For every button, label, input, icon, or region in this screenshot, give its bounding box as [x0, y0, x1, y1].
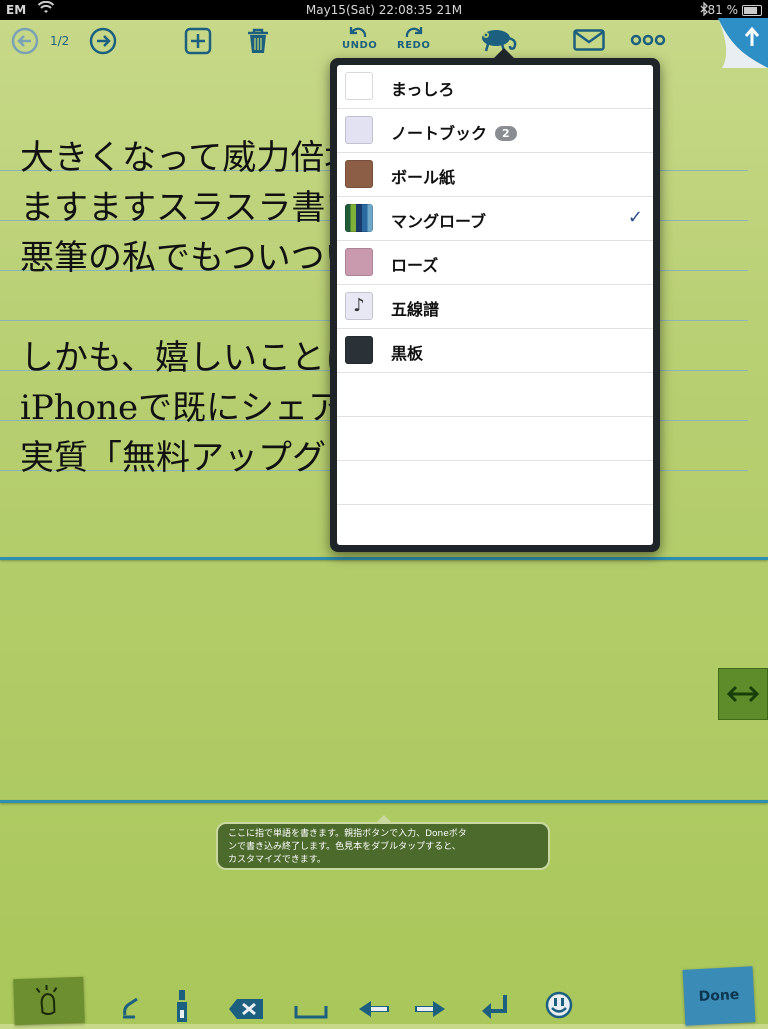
swatch-notebook — [345, 116, 373, 144]
return-icon[interactable] — [478, 992, 512, 1022]
swatch-cardboard — [345, 160, 373, 188]
note-line-6: iPhoneで既にシェアウ — [20, 388, 377, 428]
note-line-3: 悪筆の私でもついつい — [20, 238, 359, 278]
left-arrow-icon[interactable] — [356, 998, 392, 1020]
help-tooltip: ここに指で単語を書きます。親指ボタンで入力、Doneボタ ンで書き込み終了します… — [216, 815, 550, 870]
option-label: ボール紙 — [391, 168, 456, 187]
paper-style-list: まっしろ ノートブック 2 ボール紙 マングローブ ✓ ローズ ♪ 五線譜 黒板 — [337, 65, 653, 545]
undo-icon[interactable] — [346, 24, 370, 40]
done-button[interactable]: Done — [682, 966, 756, 1026]
status-time: May15(Sat) 22:08:35 21M — [305, 3, 463, 17]
paper-style-popover: まっしろ ノートブック 2 ボール紙 マングローブ ✓ ローズ ♪ 五線譜 黒板 — [330, 48, 660, 552]
paper-option-rose[interactable]: ローズ — [337, 241, 653, 285]
status-bar: EM May15(Sat) 22:08:35 21M 81 % — [0, 0, 768, 20]
tooltip-line-2: ンで書き込み終了します。色見本をダブルタップすると、 — [228, 842, 461, 852]
pen-icon[interactable] — [172, 988, 192, 1024]
redo-label[interactable]: REDO — [397, 40, 430, 51]
resize-toggle-button[interactable] — [718, 668, 768, 720]
tooltip-line-3: カスタマイズできます。 — [228, 855, 326, 865]
paper-option-staff[interactable]: ♪ 五線譜 — [337, 285, 653, 329]
option-label: 五線譜 — [391, 300, 440, 319]
back-arrow-icon[interactable] — [10, 26, 40, 56]
swatch-white — [345, 72, 373, 100]
empty-row — [337, 461, 653, 505]
tooltip-arrow — [376, 815, 392, 823]
backspace-icon[interactable] — [226, 996, 266, 1022]
page-indicator: 1/2 — [50, 34, 70, 48]
paper-option-mangrove[interactable]: マングローブ ✓ — [337, 197, 653, 241]
plus-icon[interactable] — [183, 26, 213, 56]
checkmark-icon: ✓ — [627, 207, 643, 228]
swatch-mangrove — [345, 204, 373, 232]
space-icon[interactable] — [292, 1000, 330, 1022]
bottom-toolbar — [0, 964, 768, 1024]
option-label: まっしろ — [391, 80, 455, 99]
double-arrow-icon — [726, 685, 760, 703]
writing-guide-top — [0, 557, 768, 560]
count-badge: 2 — [495, 126, 517, 141]
empty-row — [337, 373, 653, 417]
option-label: ノートブック — [391, 124, 488, 143]
empty-row — [337, 505, 653, 545]
redo-icon[interactable] — [402, 24, 426, 40]
writing-guide-bottom — [0, 800, 768, 803]
mail-icon[interactable] — [572, 28, 606, 52]
forward-arrow-icon[interactable] — [88, 26, 118, 56]
undo-label[interactable]: UNDO — [342, 40, 377, 51]
eraser-icon[interactable] — [118, 992, 148, 1022]
trash-icon[interactable] — [244, 26, 272, 56]
battery-icon — [742, 5, 762, 16]
swatch-rose — [345, 248, 373, 276]
right-arrow-icon[interactable] — [412, 998, 448, 1020]
option-label: ローズ — [391, 256, 439, 275]
more-icon[interactable] — [628, 32, 668, 48]
option-label: 黒板 — [391, 344, 424, 363]
share-icon[interactable] — [718, 18, 768, 68]
battery-percent: 81 % — [707, 3, 739, 17]
popover-arrow — [492, 48, 516, 60]
smiley-icon[interactable] — [544, 990, 574, 1020]
empty-row — [337, 417, 653, 461]
paper-option-blackboard[interactable]: 黒板 — [337, 329, 653, 373]
swatch-blackboard — [345, 336, 373, 364]
tooltip-line-1: ここに指で単語を書きます。親指ボタンで入力、Doneボタ — [228, 829, 467, 839]
paper-option-white[interactable]: まっしろ — [337, 65, 653, 109]
paper-option-cardboard[interactable]: ボール紙 — [337, 153, 653, 197]
paper-option-notebook[interactable]: ノートブック 2 — [337, 109, 653, 153]
music-note-icon: ♪ — [345, 292, 373, 320]
option-label: マングローブ — [391, 212, 487, 231]
